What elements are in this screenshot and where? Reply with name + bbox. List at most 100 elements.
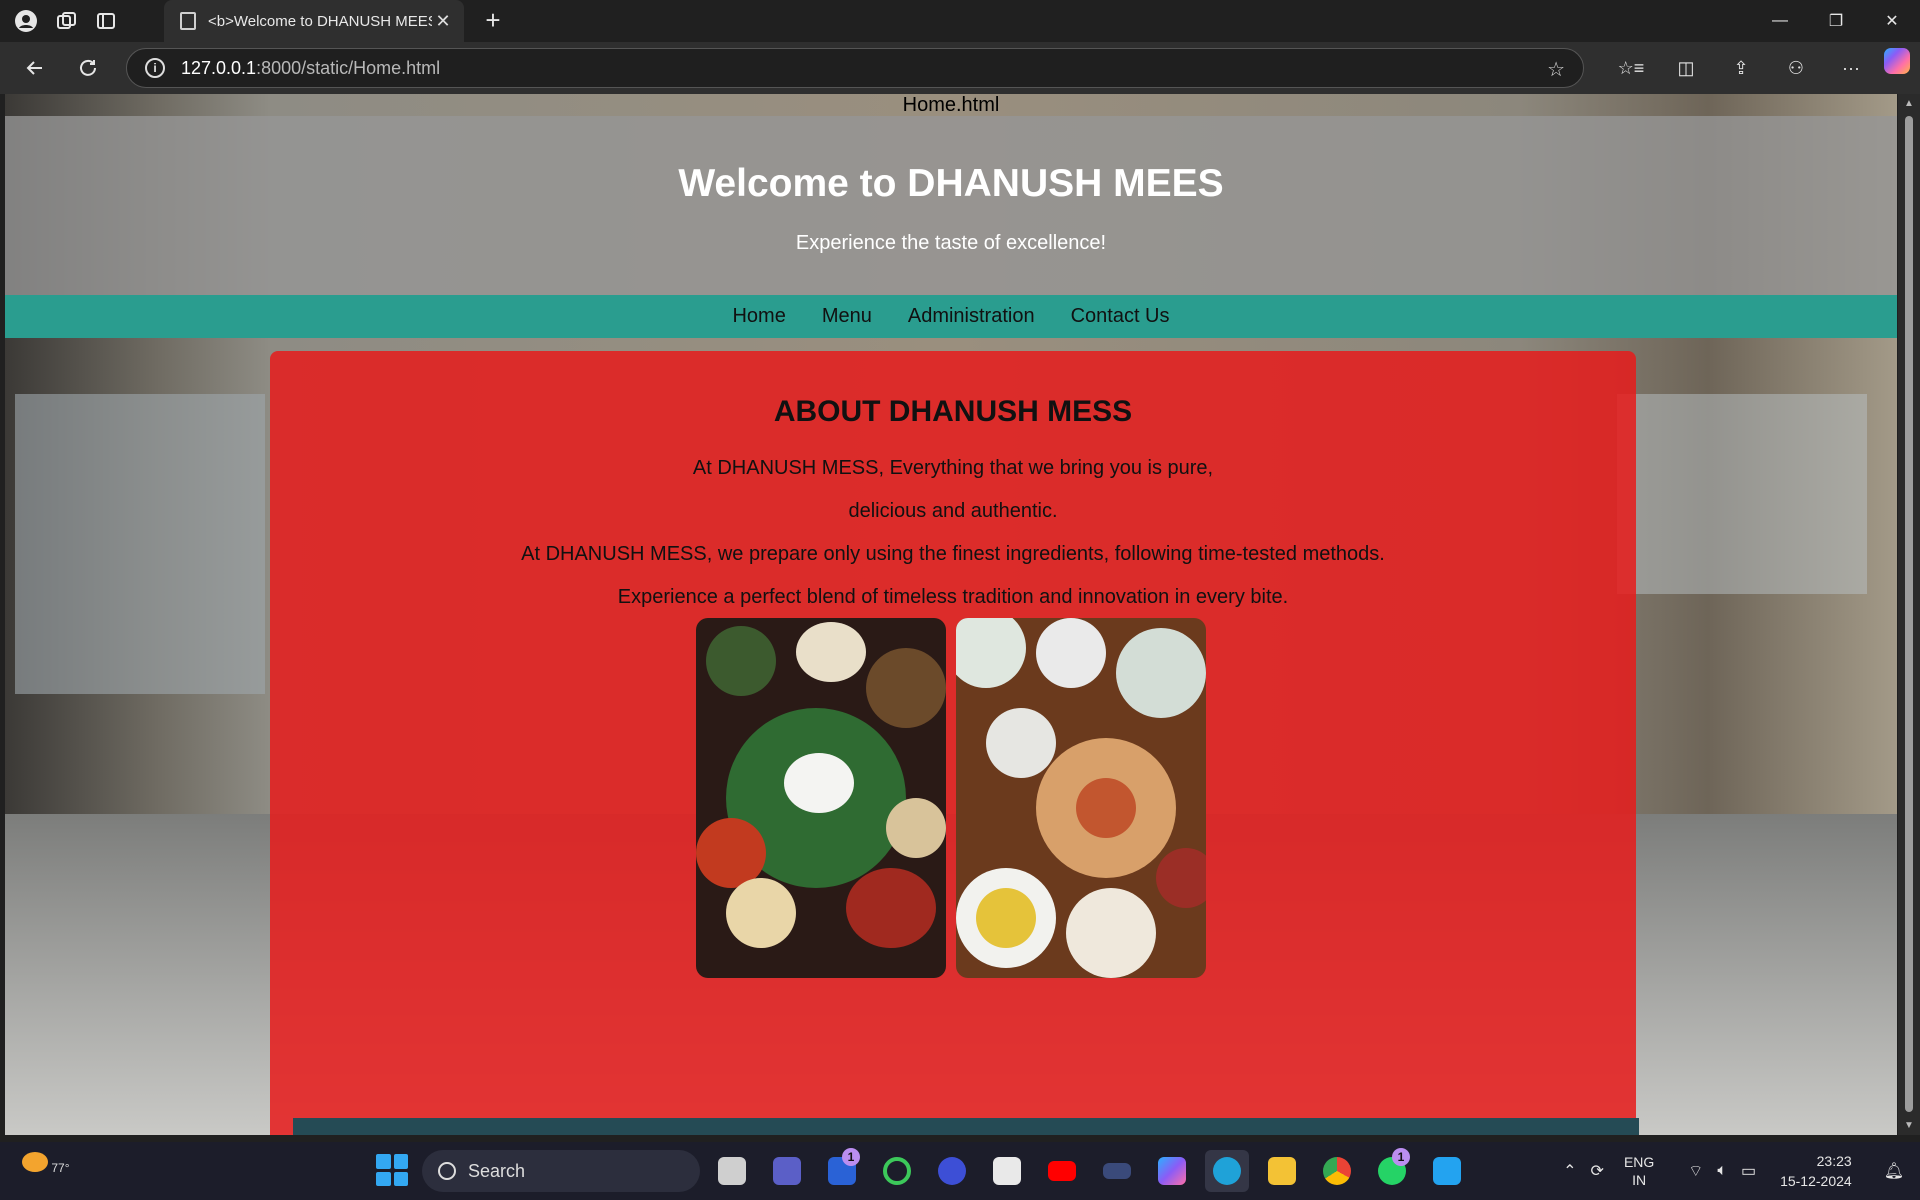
browser-tab-bar: <b>Welcome to DHANUSH MEES ✕ + — ❐ ✕ (0, 0, 1920, 42)
window-controls: — ❐ ✕ (1752, 0, 1920, 42)
clock[interactable]: 23:23 15-12-2024 (1780, 1151, 1852, 1191)
tab-actions-icon[interactable] (92, 7, 120, 35)
footer-strip (293, 1118, 1639, 1135)
edge-app[interactable] (1205, 1150, 1249, 1192)
chrome-icon (1323, 1157, 1351, 1185)
store-app[interactable] (985, 1150, 1029, 1192)
system-tray: ⌃ ⟳ ENG IN ⌔ 🔈︎ ▭ 23:23 15-12-2024 🔔︎ (1549, 1142, 1904, 1200)
about-line-1: At DHANUSH MESS, Everything that we brin… (692, 457, 1214, 479)
copilot-app[interactable] (1150, 1150, 1194, 1192)
favorites-icon[interactable]: ☆≡ (1609, 48, 1653, 88)
about-line-4: Experience a perfect blend of timeless t… (617, 586, 1289, 608)
page-viewport: Home.html Welcome to DHANUSH MEES Experi… (5, 94, 1897, 1135)
restore-button[interactable]: ❐ (1808, 0, 1864, 42)
close-tab-icon[interactable]: ✕ (432, 11, 454, 32)
vscode-app[interactable] (1425, 1150, 1469, 1192)
about-line-3: At DHANUSH MESS, we prepare only using t… (521, 543, 1385, 565)
weather-icon (22, 1152, 48, 1172)
weather-widget[interactable]: 77° (22, 1152, 70, 1175)
scroll-up-icon[interactable]: ▲ (1898, 98, 1920, 109)
url-path: :8000/static/Home.html (256, 57, 441, 78)
back-button[interactable] (14, 48, 54, 88)
food-image-thali (696, 618, 946, 978)
about-section: ABOUT DHANUSH MESS At DHANUSH MESS, Ever… (270, 351, 1636, 1135)
document-icon (180, 12, 196, 30)
task-view-app[interactable] (710, 1150, 754, 1192)
vpn-app[interactable] (930, 1150, 974, 1192)
lens-app[interactable]: 1 (820, 1148, 864, 1192)
nav-home[interactable]: Home (732, 305, 785, 328)
spinner-app[interactable] (875, 1150, 919, 1192)
file-explorer-app[interactable] (1260, 1150, 1304, 1192)
tab-title: <b>Welcome to DHANUSH MEES (208, 12, 432, 30)
copilot-icon[interactable] (1884, 48, 1910, 74)
battery-icon[interactable]: ▭ (1741, 1161, 1756, 1181)
favorite-star-icon[interactable]: ☆ (1547, 57, 1565, 82)
workspaces-icon[interactable] (52, 7, 80, 35)
youtube-app[interactable] (1040, 1150, 1084, 1192)
site-nav: Home Menu Administration Contact Us (5, 295, 1897, 338)
browser-tab-active[interactable]: <b>Welcome to DHANUSH MEES ✕ (164, 0, 464, 42)
notification-bell-icon[interactable]: 🔔︎ (1884, 1161, 1904, 1181)
task-view-icon (718, 1157, 746, 1185)
about-line-2: delicious and authentic. (848, 500, 1058, 522)
back-arrow-icon (26, 61, 42, 75)
notification-badge: 1 (842, 1148, 860, 1166)
url-host: 127.0.0.1 (181, 57, 257, 78)
youtube-icon (1048, 1161, 1076, 1181)
store-icon (993, 1157, 1021, 1185)
site-info-icon[interactable]: i (145, 58, 165, 78)
refresh-icon (80, 59, 96, 76)
background-window-left (15, 394, 265, 694)
language-region: IN (1632, 1172, 1647, 1188)
taskbar-search-label: Search (468, 1160, 526, 1181)
food-image-pizza (956, 618, 1206, 978)
teams-app[interactable] (765, 1150, 809, 1192)
taskbar-search[interactable]: Search (422, 1150, 700, 1192)
extensions-icon[interactable]: ⚇ (1774, 48, 1818, 88)
site-tagline: Experience the taste of excellence! (795, 232, 1107, 254)
about-heading: ABOUT DHANUSH MESS (773, 395, 1133, 428)
start-button[interactable] (376, 1154, 408, 1186)
windows-taskbar: 77° Search 1 1 ⌃ ⟳ ENG IN ⌔ 🔈︎ ▭ 23:23 1… (0, 1142, 1920, 1200)
whatsapp-app[interactable]: 1 (1370, 1148, 1414, 1192)
folder-icon (1268, 1157, 1296, 1185)
notification-badge: 1 (1392, 1148, 1410, 1166)
clock-time: 23:23 (1816, 1153, 1852, 1169)
site-header: Welcome to DHANUSH MEES Experience the t… (5, 116, 1897, 295)
terminal-app[interactable] (1095, 1150, 1139, 1192)
sync-icon[interactable]: ⟳ (1591, 1161, 1604, 1181)
chrome-app[interactable] (1315, 1150, 1359, 1192)
more-menu-icon[interactable]: ··· (1829, 48, 1873, 88)
search-icon (438, 1162, 456, 1180)
edge-icon (1213, 1157, 1241, 1185)
terminal-icon (1103, 1163, 1131, 1179)
clock-date: 15-12-2024 (1780, 1173, 1852, 1189)
chevron-up-icon[interactable]: ⌃ (1563, 1161, 1576, 1181)
new-tab-button[interactable]: + (478, 6, 508, 36)
minimize-button[interactable]: — (1752, 0, 1808, 42)
taskbar-apps: 1 1 (710, 1148, 1480, 1192)
refresh-button[interactable] (68, 48, 108, 88)
url-bar[interactable]: i 127.0.0.1 :8000/static/Home.html ☆ (126, 48, 1584, 88)
language-code: ENG (1623, 1154, 1655, 1170)
nav-menu[interactable]: Menu (822, 305, 872, 328)
wifi-icon[interactable]: ⌔ (1688, 1161, 1703, 1181)
copilot-taskbar-icon (1158, 1157, 1186, 1185)
vpn-icon (938, 1157, 966, 1185)
share-icon[interactable]: ⇪ (1719, 48, 1763, 88)
food-gallery (696, 618, 1216, 978)
nav-administration[interactable]: Administration (908, 305, 1035, 328)
nav-contact-us[interactable]: Contact Us (1071, 305, 1170, 328)
browser-toolbar-right: ☆≡ ◫ ⇪ ⚇ ··· (1598, 48, 1910, 88)
scrollbar-thumb[interactable] (1905, 116, 1913, 1112)
page-scrollbar[interactable]: ▲ ▼ (1898, 94, 1920, 1135)
vscode-icon (1433, 1157, 1461, 1185)
close-window-button[interactable]: ✕ (1864, 0, 1920, 42)
volume-icon[interactable]: 🔈︎ (1717, 1162, 1727, 1180)
language-indicator[interactable]: ENG IN (1624, 1153, 1654, 1189)
scroll-down-icon[interactable]: ▼ (1898, 1120, 1920, 1131)
split-screen-icon[interactable]: ◫ (1664, 48, 1708, 88)
profile-icon[interactable] (12, 7, 40, 35)
page-filename-text: Home.html (902, 94, 1000, 116)
